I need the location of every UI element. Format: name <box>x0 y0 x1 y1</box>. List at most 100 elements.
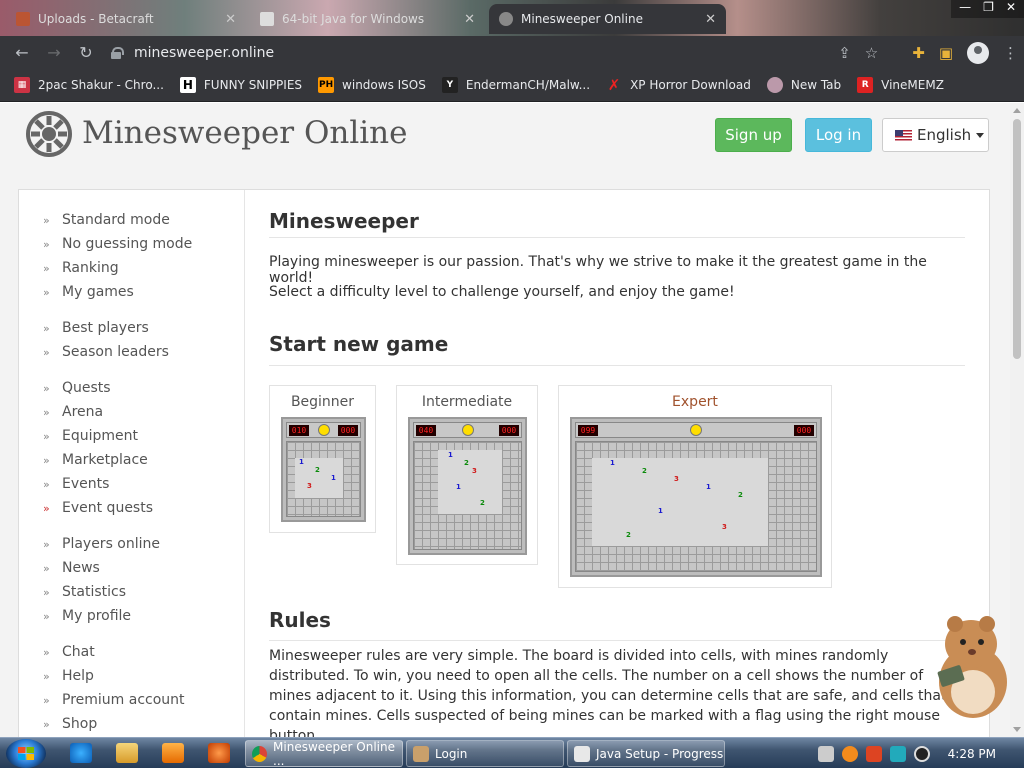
page-scrollbar[interactable] <box>1010 103 1024 737</box>
sidebar-item-premium-account[interactable]: » Premium account <box>43 688 185 712</box>
share-icon[interactable]: ⇪ <box>838 44 851 62</box>
back-arrow-icon[interactable]: ← <box>6 37 38 69</box>
close-tab-icon[interactable]: ✕ <box>705 12 716 27</box>
sidebar-item-news[interactable]: » News <box>43 556 160 580</box>
internet-explorer-icon[interactable] <box>70 743 92 763</box>
bookmark-endermanch[interactable]: Y EndermanCH/Malw... <box>441 77 590 93</box>
sidebar-item-my-profile[interactable]: » My profile <box>43 604 160 628</box>
side-panel-icon[interactable]: ▣ <box>939 44 953 62</box>
scroll-up-arrow-icon[interactable] <box>1013 108 1021 113</box>
bookmark-funny-snippies[interactable]: H FUNNY SNIPPIES <box>179 77 302 93</box>
sidebar-item-standard-mode[interactable]: » Standard mode <box>43 208 192 232</box>
sidebar-item-label[interactable]: Chat <box>62 644 95 660</box>
close-window-icon[interactable]: ✕ <box>1006 0 1016 18</box>
sidebar-item-label[interactable]: Shop <box>62 716 97 732</box>
level-label[interactable]: Beginner <box>270 394 375 410</box>
board-preview-expert[interactable]: 099 000 1 2 3 1 2 1 3 2 <box>570 417 822 577</box>
sidebar-item-label[interactable]: News <box>62 560 100 576</box>
sidebar-item-label[interactable]: Help <box>62 668 94 684</box>
minimize-icon[interactable]: — <box>959 0 971 18</box>
sidebar-item-label[interactable]: Events <box>62 476 109 492</box>
sidebar-item-ranking[interactable]: » Ranking <box>43 256 192 280</box>
media-player-icon[interactable] <box>162 743 184 763</box>
board-preview-intermediate[interactable]: 040 000 1 2 3 1 2 <box>408 417 527 555</box>
sidebar-item-label[interactable]: No guessing mode <box>62 236 192 252</box>
sidebar-item-label[interactable]: Arena <box>62 404 103 420</box>
level-card-intermediate[interactable]: Intermediate 040 000 1 2 3 1 2 <box>396 385 538 565</box>
bookmark-2pac[interactable]: ▦ 2pac Shakur - Chro... <box>14 77 164 93</box>
sidebar-item-chat[interactable]: » Chat <box>43 640 185 664</box>
forward-arrow-icon[interactable]: → <box>38 37 70 69</box>
scroll-thumb[interactable] <box>1013 119 1021 359</box>
tab-betacraft[interactable]: Uploads - Betacraft ✕ <box>6 4 246 34</box>
sidebar-item-quests[interactable]: » Quests <box>43 376 153 400</box>
level-card-expert[interactable]: Expert 099 000 1 2 3 1 2 1 3 2 <box>558 385 832 588</box>
scroll-down-arrow-icon[interactable] <box>1013 727 1021 732</box>
sidebar-item-label[interactable]: My games <box>62 284 134 300</box>
action-center-flag-icon[interactable] <box>865 745 882 762</box>
extensions-puzzle-icon[interactable]: ✚ <box>912 44 925 62</box>
sidebar-item-label[interactable]: Best players <box>62 320 149 336</box>
bookmark-xp-horror[interactable]: ✗ XP Horror Download <box>606 76 751 94</box>
signup-button[interactable]: Sign up <box>715 118 792 152</box>
taskbar-button-java-setup[interactable]: Java Setup - Progress <box>567 740 725 767</box>
bookmark-new-tab[interactable]: New Tab <box>766 77 841 93</box>
sidebar-item-label[interactable]: Statistics <box>62 584 126 600</box>
sidebar-item-label[interactable]: Premium account <box>62 692 185 708</box>
taskbar-button-chrome[interactable]: Minesweeper Online ... <box>245 740 403 768</box>
firefox-style-app-icon[interactable] <box>208 743 230 763</box>
sidebar-item-equipment[interactable]: » Equipment <box>43 424 153 448</box>
sidebar-item-shop[interactable]: » Shop <box>43 712 185 736</box>
sidebar-item-players-online[interactable]: » Players online <box>43 532 160 556</box>
gear-logo-icon[interactable] <box>26 111 72 157</box>
sidebar-item-label[interactable]: My profile <box>62 608 131 624</box>
bookmark-vinememz[interactable]: R VineMEMZ <box>857 77 944 93</box>
volume-icon[interactable] <box>913 745 930 762</box>
level-label[interactable]: Intermediate <box>397 394 537 410</box>
start-button-windows-icon[interactable] <box>6 739 46 768</box>
login-button[interactable]: Log in <box>805 118 872 152</box>
file-explorer-folder-icon[interactable] <box>116 743 138 763</box>
close-tab-icon[interactable]: ✕ <box>464 12 475 27</box>
sidebar-item-label[interactable]: Players online <box>62 536 160 552</box>
sidebar-item-help[interactable]: » Help <box>43 664 185 688</box>
sidebar-item-label[interactable]: Season leaders <box>62 344 169 360</box>
site-brand[interactable]: Minesweeper Online <box>82 115 408 151</box>
sidebar-item-marketplace[interactable]: » Marketplace <box>43 448 153 472</box>
menu-kebab-icon[interactable]: ⋮ <box>1003 44 1018 62</box>
sidebar-item-arena[interactable]: » Arena <box>43 400 153 424</box>
level-card-beginner[interactable]: Beginner 010 000 1 2 1 3 <box>269 385 376 533</box>
tab-java[interactable]: 64-bit Java for Windows ✕ <box>250 4 485 34</box>
sidebar-item-no-guessing-mode[interactable]: » No guessing mode <box>43 232 192 256</box>
language-dropdown[interactable]: English <box>882 118 989 152</box>
sidebar-item-label[interactable]: Standard mode <box>62 212 170 228</box>
sidebar-item-label[interactable]: Equipment <box>62 428 138 444</box>
profile-avatar-icon[interactable] <box>967 41 989 64</box>
sidebar-item-season-leaders[interactable]: » Season leaders <box>43 340 169 364</box>
lock-icon[interactable] <box>110 47 124 59</box>
board-preview-beginner[interactable]: 010 000 1 2 1 3 <box>281 417 366 522</box>
address-bar[interactable]: minesweeper.online <box>110 40 890 66</box>
level-label[interactable]: Expert <box>559 394 831 410</box>
tray-search-icon[interactable] <box>841 745 858 762</box>
sidebar-item-label[interactable]: Ranking <box>62 260 119 276</box>
bookmark-star-icon[interactable]: ☆ <box>865 44 878 62</box>
sidebar-item-label[interactable]: Quests <box>62 380 111 396</box>
taskbar-button-login[interactable]: Login <box>406 740 564 767</box>
hamster-mascot-icon[interactable] <box>925 610 1010 722</box>
sidebar-item-label[interactable]: Event quests <box>62 500 153 516</box>
tab-minesweeper[interactable]: Minesweeper Online ✕ <box>489 4 726 34</box>
sidebar-item-event-quests[interactable]: » Event quests <box>43 496 153 520</box>
sidebar-item-best-players[interactable]: » Best players <box>43 316 169 340</box>
bookmark-windows-isos[interactable]: PH windows ISOS <box>318 77 426 93</box>
sidebar-item-events[interactable]: » Events <box>43 472 153 496</box>
reload-icon[interactable]: ↻ <box>70 37 102 69</box>
sidebar-item-statistics[interactable]: » Statistics <box>43 580 160 604</box>
network-icon[interactable] <box>889 745 906 762</box>
tray-app-icon[interactable] <box>817 745 834 762</box>
sidebar-item-label[interactable]: Marketplace <box>62 452 148 468</box>
maximize-icon[interactable]: ❐ <box>983 0 994 18</box>
close-tab-icon[interactable]: ✕ <box>225 12 236 27</box>
taskbar-clock[interactable]: 4:28 PM <box>948 747 996 761</box>
sidebar-item-my-games[interactable]: » My games <box>43 280 192 304</box>
